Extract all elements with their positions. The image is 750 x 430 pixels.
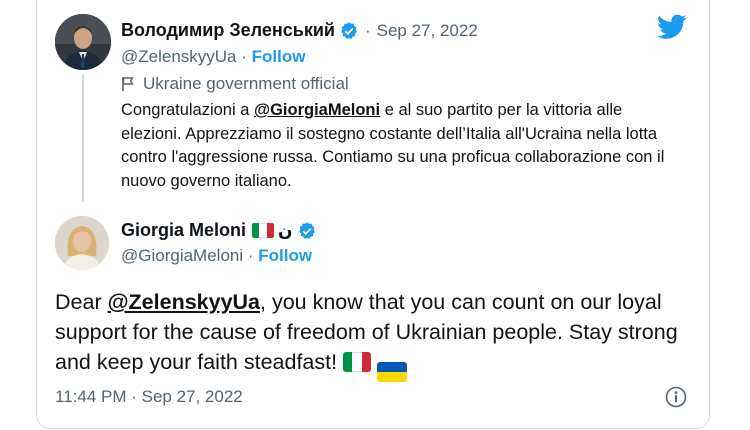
italy-flag-icon: [343, 352, 372, 372]
separator-dot: ·: [364, 20, 371, 40]
tweet-timestamp[interactable]: 11:44 PM · Sep 27, 2022: [55, 387, 243, 407]
mention-link[interactable]: @GiorgiaMeloni: [254, 101, 380, 119]
ukraine-flag-icon: [377, 362, 408, 382]
reply-author-row: Giorgia Meloni ن: [121, 220, 317, 241]
italy-flag-icon: [252, 223, 274, 238]
reply-handle-row: @GiorgiaMeloni · Follow: [121, 246, 312, 266]
parent-tweet-text: Congratulazioni a @GiorgiaMeloni e al su…: [121, 99, 681, 193]
twitter-logo-icon[interactable]: [657, 14, 687, 40]
follow-button[interactable]: Follow: [258, 246, 312, 265]
follow-button[interactable]: Follow: [252, 47, 306, 66]
author-handle[interactable]: @GiorgiaMeloni: [121, 246, 243, 265]
name-extra: ن: [278, 220, 293, 240]
tweet-card: Володимир Зеленський · Sep 27, 2022 @Zel…: [36, 0, 710, 429]
verified-badge-icon: [341, 21, 357, 39]
government-label-text[interactable]: Ukraine government official: [143, 74, 349, 94]
separator-dot: ·: [247, 246, 254, 265]
reply-tweet-text: Dear @ZelenskyyUa, you know that you can…: [55, 287, 695, 382]
tweet-text-part: Congratulazioni a: [121, 101, 254, 119]
parent-handle-row: @ZelenskyyUa · Follow: [121, 47, 305, 67]
parent-author-row: Володимир Зеленський · Sep 27, 2022: [121, 20, 478, 41]
government-label: Ukraine government official: [121, 74, 349, 94]
author-name[interactable]: Володимир Зеленський: [121, 20, 335, 41]
avatar-meloni[interactable]: [55, 216, 109, 270]
verified-badge-icon: [298, 221, 315, 239]
government-flag-icon: [122, 77, 134, 91]
author-handle[interactable]: @ZelenskyyUa: [121, 47, 237, 66]
thread-connector: [82, 74, 84, 202]
avatar-zelenskyy[interactable]: [55, 14, 111, 70]
info-icon[interactable]: [665, 386, 687, 408]
tweet-date[interactable]: Sep 27, 2022: [377, 21, 478, 41]
mention-link[interactable]: @ZelenskyyUa: [108, 290, 260, 314]
separator-dot: ·: [241, 47, 247, 66]
author-name[interactable]: Giorgia Meloni: [121, 220, 246, 241]
tweet-text-part: Dear: [55, 290, 108, 314]
